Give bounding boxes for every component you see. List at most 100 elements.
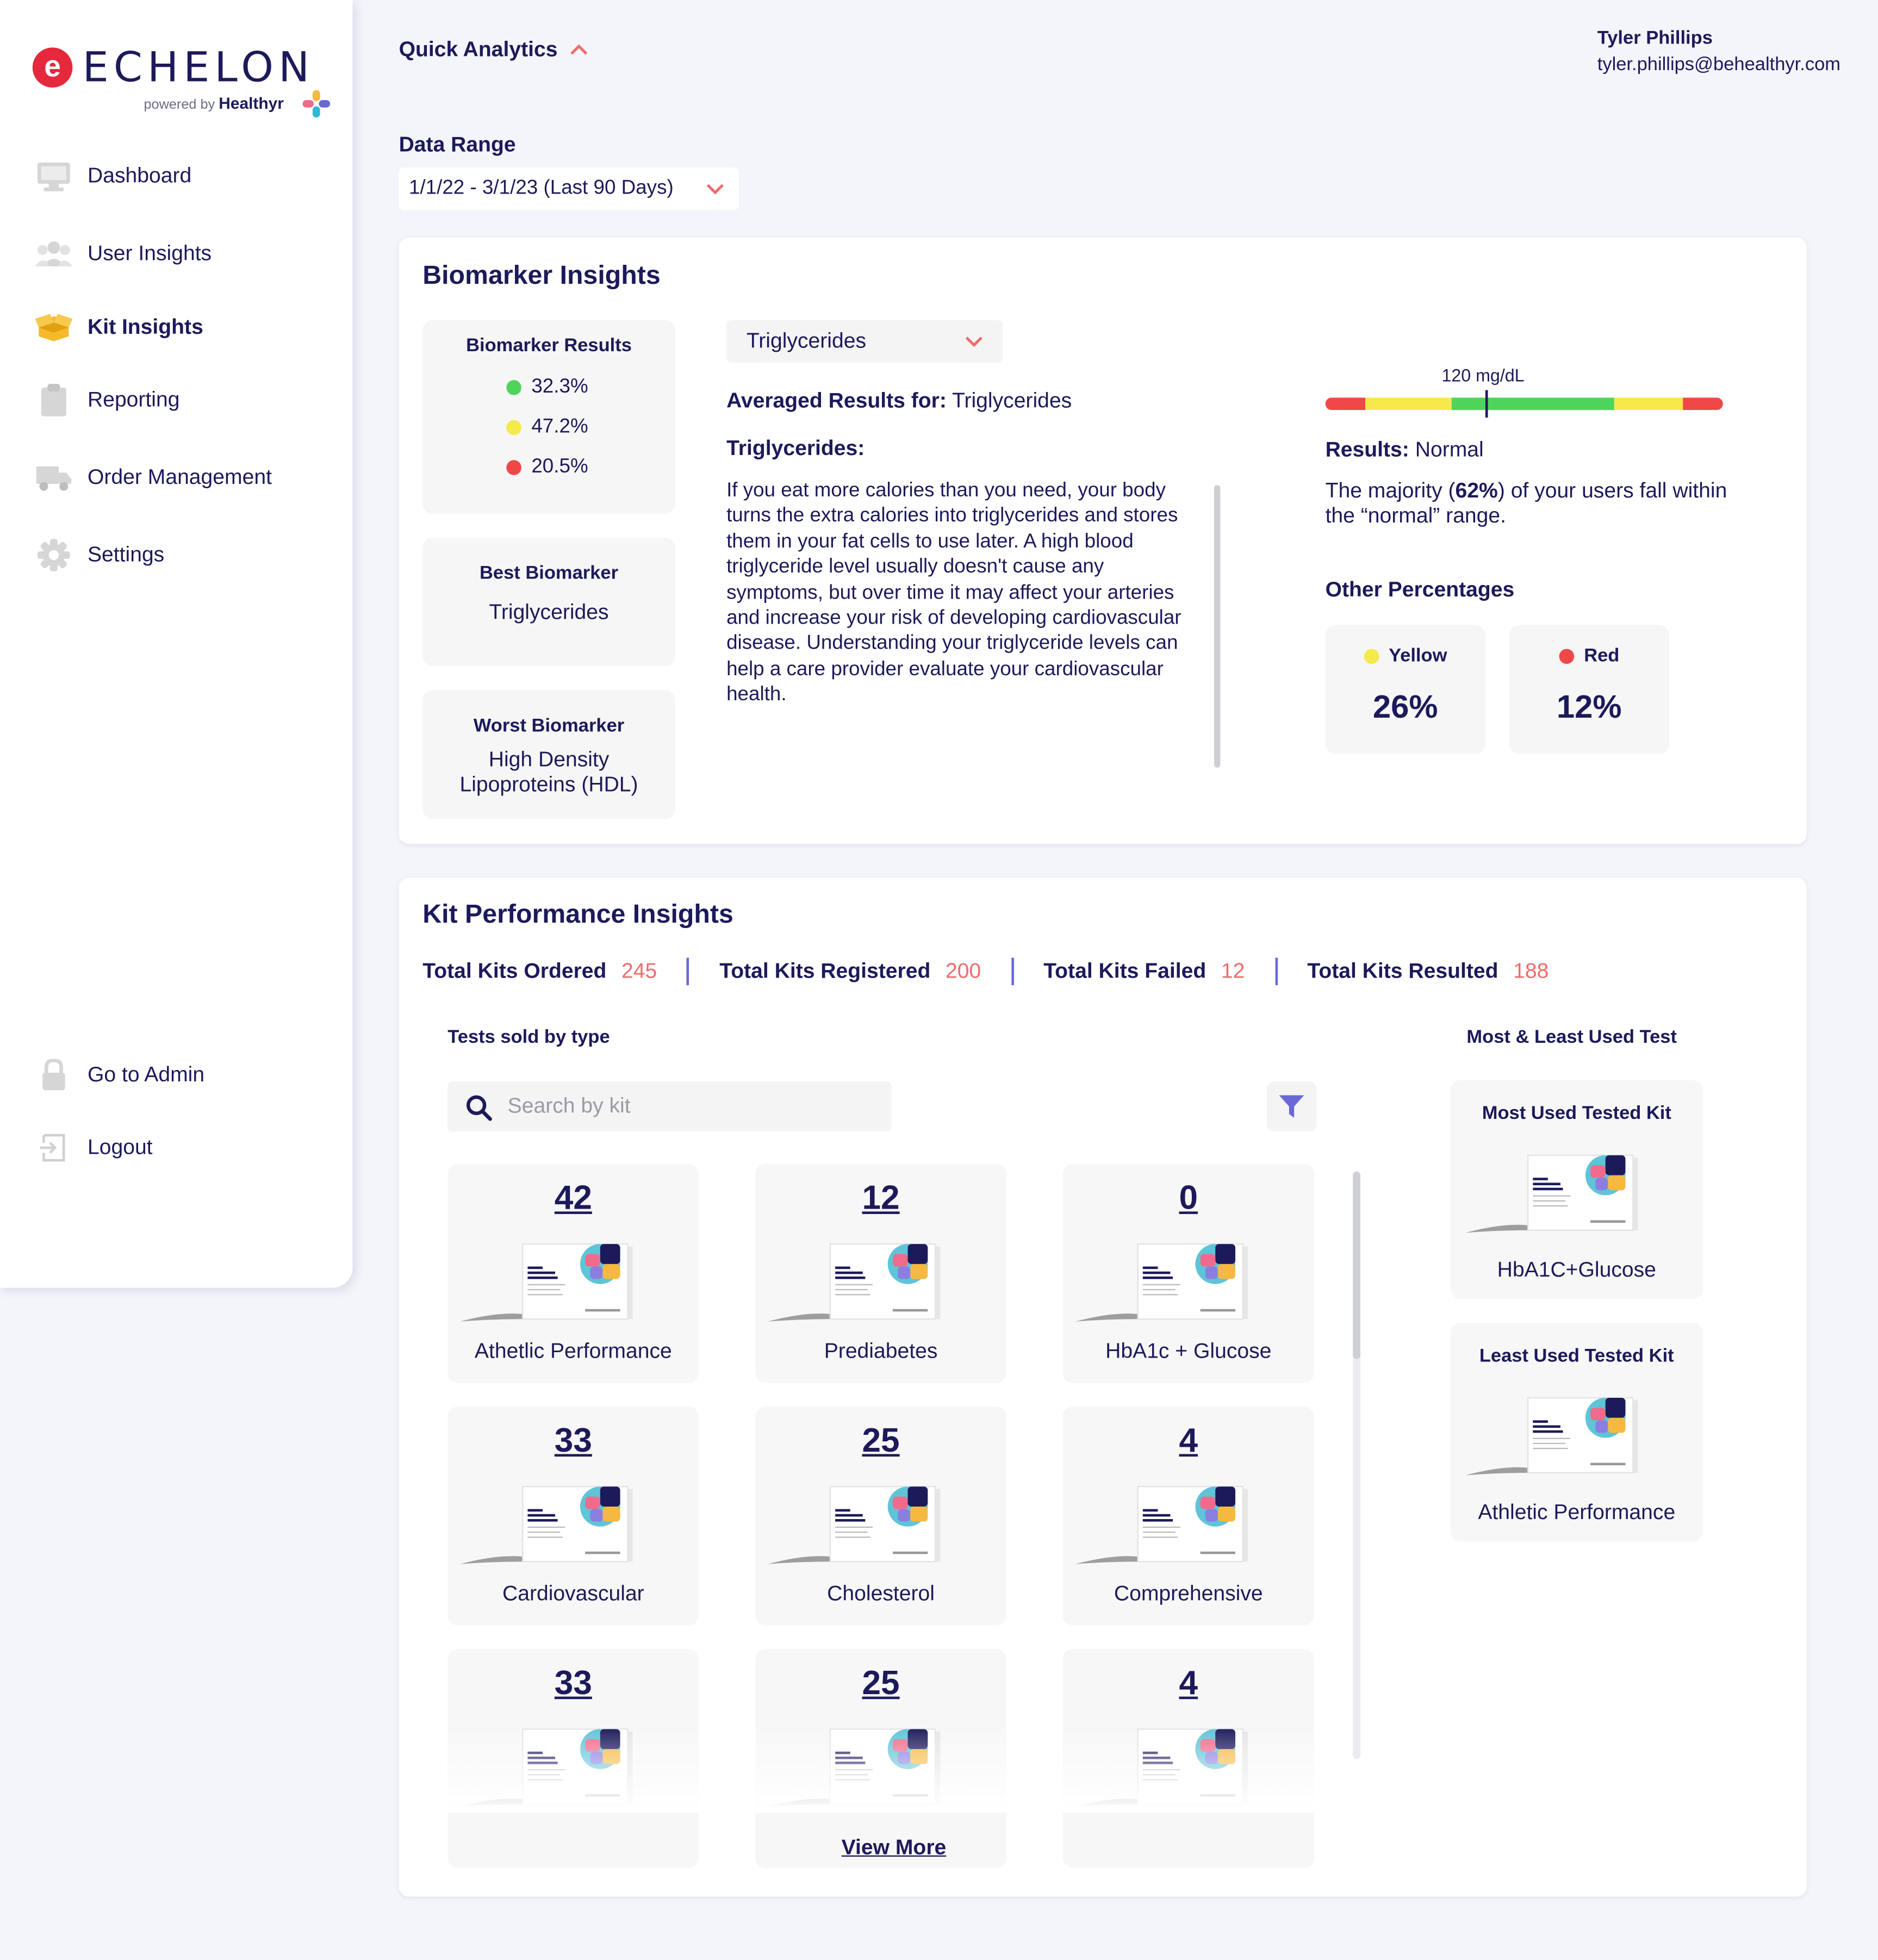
- biomarker-select[interactable]: Triglycerides: [726, 320, 1003, 363]
- most-used-kit-tile[interactable]: Most Used Tested Kit HbA1C+Glucose: [1450, 1080, 1703, 1299]
- go-to-admin-link[interactable]: Go to Admin: [35, 1054, 335, 1097]
- sidebar-item-settings[interactable]: Settings: [35, 534, 335, 576]
- other-percentages-title: Other Percentages: [1325, 577, 1515, 602]
- kit-box-image: [1465, 1154, 1638, 1233]
- least-used-kit-tile[interactable]: Least Used Tested Kit Athletic Performan…: [1450, 1322, 1703, 1542]
- result-green: 32.3%: [506, 376, 588, 399]
- kit-box-image: [767, 1243, 941, 1322]
- biomarker-results-title: Biomarker Results: [466, 335, 632, 357]
- stat-label: Total Kits Failed: [1043, 959, 1207, 983]
- kit-box-image: [1465, 1397, 1638, 1476]
- sidebar-item-kit-insights[interactable]: Kit Insights: [35, 306, 335, 349]
- kit-search[interactable]: [447, 1081, 892, 1132]
- stat-divider: [687, 957, 690, 986]
- sidebar-item-order-management[interactable]: Order Management: [35, 456, 335, 499]
- result-value: 20.5%: [531, 456, 588, 478]
- gauge-yellow-high: [1614, 397, 1683, 410]
- logout-label: Logout: [87, 1135, 153, 1159]
- green-dot-icon: [506, 380, 521, 395]
- majority-text: The majority (62%) of your users fall wi…: [1326, 479, 1738, 530]
- kit-grid-scroll-thumb[interactable]: [1353, 1171, 1360, 1359]
- stat-label: Total Kits Registered: [719, 959, 931, 983]
- kit-tile[interactable]: 12 Prediabetes: [755, 1163, 1007, 1383]
- kit-name: Cholesterol: [827, 1581, 935, 1606]
- quick-analytics-toggle[interactable]: Quick Analytics: [399, 38, 588, 63]
- kit-count[interactable]: 4: [1063, 1664, 1314, 1703]
- sidebar-item-label: User Insights: [87, 241, 212, 265]
- user-email: tyler.phillips@behealthyr.com: [1597, 53, 1841, 75]
- sidebar-item-user-insights[interactable]: User Insights: [35, 233, 335, 275]
- stat-value: 188: [1513, 959, 1549, 983]
- logout-icon: [35, 1129, 72, 1167]
- kit-count[interactable]: 33: [447, 1422, 699, 1460]
- quick-analytics-label: Quick Analytics: [399, 37, 558, 61]
- chevron-down-icon: [706, 184, 724, 195]
- sidebar-item-label: Order Management: [87, 465, 272, 489]
- red-dot-icon: [1559, 648, 1574, 663]
- kit-name: Prediabetes: [824, 1339, 938, 1363]
- yellow-percentage: 26%: [1372, 687, 1438, 725]
- sidebar-item-label: Dashboard: [87, 164, 192, 188]
- kit-name: Cardiovascular: [502, 1581, 644, 1606]
- kit-tile[interactable]: 33 Cardiovascular: [447, 1407, 699, 1626]
- yellow-label-text: Yellow: [1389, 645, 1447, 667]
- kit-count[interactable]: 25: [755, 1422, 1006, 1460]
- filter-button[interactable]: [1266, 1081, 1317, 1132]
- kit-count[interactable]: 42: [447, 1179, 699, 1218]
- box-icon: [35, 309, 73, 346]
- logout-link[interactable]: Logout: [35, 1127, 335, 1169]
- search-input[interactable]: [507, 1081, 870, 1132]
- kit-name: HbA1c + Glucose: [1105, 1339, 1272, 1363]
- sidebar-item-reporting[interactable]: Reporting: [35, 379, 335, 421]
- kit-box-image: [1075, 1486, 1248, 1564]
- description-scrollbar[interactable]: [1214, 485, 1221, 768]
- data-range-select[interactable]: 1/1/22 - 3/1/23 (Last 90 Days): [399, 167, 739, 210]
- red-percentage: 12%: [1556, 687, 1622, 725]
- stat-value: 12: [1221, 959, 1245, 983]
- powered-by: powered by Healthyr: [144, 94, 283, 112]
- go-to-admin-label: Go to Admin: [87, 1062, 205, 1087]
- monitor-icon: [35, 158, 72, 195]
- kit-count[interactable]: 33: [447, 1664, 699, 1703]
- kit-box-image: [460, 1243, 633, 1322]
- least-used-title: Least Used Tested Kit: [1479, 1345, 1674, 1367]
- sidebar-item-dashboard[interactable]: Dashboard: [35, 155, 335, 197]
- sidebar-item-label: Kit Insights: [87, 315, 203, 339]
- app-root: e ECHELON powered by Healthyr Dashboard: [0, 0, 1878, 1960]
- user-info[interactable]: Tyler Phillips tyler.phillips@behealthyr…: [1597, 28, 1840, 75]
- worst-biomarker-title: Worst Biomarker: [473, 715, 625, 737]
- gauge-marker: [1485, 390, 1488, 418]
- lock-icon: [35, 1056, 72, 1094]
- kit-performance-title: Kit Performance Insights: [422, 900, 733, 929]
- kit-tile[interactable]: 4 Comprehensive: [1062, 1407, 1314, 1626]
- result-yellow: 47.2%: [506, 416, 588, 439]
- result-red: 20.5%: [506, 456, 588, 478]
- yellow-percentage-tile: Yellow 26%: [1325, 625, 1485, 754]
- view-more-link[interactable]: View More: [842, 1835, 947, 1861]
- kit-tile[interactable]: 0 HbA1c + Glucose: [1062, 1163, 1314, 1383]
- data-range-label: Data Range: [399, 132, 516, 157]
- range-gauge: [1325, 397, 1723, 410]
- least-used-name: Athletic Performance: [1478, 1500, 1676, 1525]
- averaged-results: Averaged Results for: Triglycerides: [726, 389, 1072, 414]
- kit-tile[interactable]: 25 Cholesterol: [755, 1407, 1007, 1626]
- best-biomarker-title: Best Biomarker: [480, 562, 619, 584]
- kit-count[interactable]: 0: [1063, 1179, 1314, 1218]
- truck-icon: [35, 459, 72, 496]
- kit-count[interactable]: 25: [755, 1664, 1006, 1703]
- biomarker-description: If you eat more calories than you need, …: [726, 480, 1181, 706]
- result-value: 32.3%: [531, 376, 588, 398]
- kit-box-image: [1075, 1243, 1248, 1322]
- filter-icon: [1279, 1095, 1304, 1118]
- kit-box-image: [767, 1486, 941, 1564]
- gauge-red-high: [1683, 397, 1723, 410]
- stat-label: Total Kits Resulted: [1307, 959, 1498, 983]
- kit-tile[interactable]: 42 Athetlic Performance: [447, 1163, 699, 1383]
- sidebar-item-label: Reporting: [87, 387, 180, 412]
- search-icon: [466, 1095, 492, 1121]
- kit-count[interactable]: 12: [755, 1179, 1006, 1218]
- kit-count[interactable]: 4: [1063, 1422, 1314, 1460]
- echelon-logo[interactable]: e ECHELON powered by Healthyr: [30, 42, 331, 118]
- biomarker-select-value: Triglycerides: [746, 328, 867, 353]
- stat-value: 200: [945, 959, 981, 983]
